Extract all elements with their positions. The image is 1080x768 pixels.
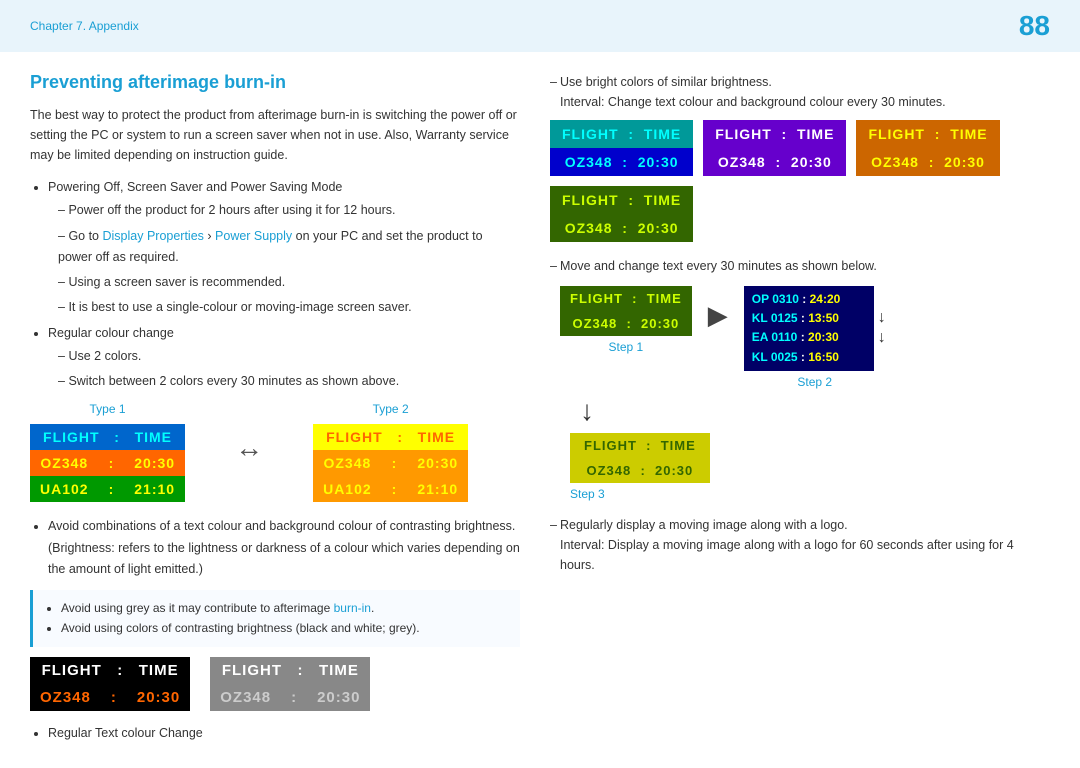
type1-header: FLIGHT : TIME (30, 424, 185, 450)
type1-ua: UA102 (30, 476, 99, 502)
table-row: OZ348 : 20:30 (30, 684, 190, 711)
content-wrapper: Preventing afterimage burn-in The best w… (0, 52, 1080, 768)
page-number: 88 (1019, 10, 1050, 42)
step2-label: Step 2 (797, 375, 832, 389)
grey-table: FLIGHT : TIME OZ348 : 20:30 (210, 657, 370, 711)
black-table: FLIGHT : TIME OZ348 : 20:30 (30, 657, 190, 711)
table-row: FLIGHT : TIME (210, 657, 370, 684)
step1-arrow: ▶ (708, 286, 728, 331)
sub-item-1: Power off the product for 2 hours after … (58, 200, 520, 221)
bottom-blacks: FLIGHT : TIME OZ348 : 20:30 FLIGHT : TIM… (30, 657, 520, 711)
intro-text: The best way to protect the product from… (30, 105, 520, 165)
bright-colors-item: Use bright colors of similar brightness.… (550, 72, 1050, 112)
table-row: FLIGHT : TIME (30, 657, 190, 684)
avoid-item: Avoid combinations of a text colour and … (48, 516, 520, 580)
step3-table: FLIGHT : TIME OZ348 : 20:30 (570, 433, 710, 483)
table-row: OZ348 : 20:30 (550, 214, 693, 242)
table-row: FLIGHT : TIME (856, 120, 999, 148)
burn-in-link[interactable]: burn-in (334, 601, 371, 615)
sub-colour-1: Use 2 colors. (58, 346, 520, 367)
warning-item-2: Avoid using colors of contrasting bright… (61, 618, 508, 638)
table-row: FLIGHT : TIME (30, 424, 185, 450)
table-row: FLIGHT : TIME (550, 186, 693, 214)
table-row: FLIGHT : TIME (560, 286, 692, 311)
step2-multi: OP 0310 : 24:20 KL 0125 : 13:50 EA 0110 … (744, 286, 874, 371)
display-properties-link[interactable]: Display Properties (102, 229, 203, 243)
regularly-item: Regularly display a moving image along w… (550, 515, 1050, 575)
sub-list-colour: Use 2 colors. Switch between 2 colors ev… (48, 346, 520, 393)
steps-row: FLIGHT : TIME OZ348 : 20:30 Step 1 ▶ OP … (560, 286, 1050, 389)
power-supply-link[interactable]: Power Supply (215, 229, 292, 243)
step3-label: Step 3 (570, 487, 605, 501)
double-arrows: ↓ ↓ (878, 309, 886, 347)
color-grids: FLIGHT : TIME OZ348 : 20:30 FLIGHT : TIM… (550, 120, 1050, 242)
table-row: OZ348 : 20:30 (856, 148, 999, 176)
sub-item-2: Go to Display Properties › Power Supply … (58, 226, 520, 269)
sub-colour-2: Switch between 2 colors every 30 minutes… (58, 371, 520, 392)
table-row: OZ348 : 20:30 (570, 458, 710, 483)
move-text-item: Move and change text every 30 minutes as… (550, 256, 1050, 276)
type1-label: Type 1 (90, 402, 126, 416)
step1-label: Step 1 (609, 340, 644, 354)
step1-table: FLIGHT : TIME OZ348 : 20:30 (560, 286, 692, 336)
cyan-blue-table: FLIGHT : TIME OZ348 : 20:30 (550, 120, 693, 176)
warning-item-1: Avoid using grey as it may contribute to… (61, 598, 508, 618)
right-column: Use bright colors of similar brightness.… (550, 72, 1050, 748)
page-header: Chapter 7. Appendix 88 (0, 0, 1080, 52)
table-row: FLIGHT : TIME (313, 424, 468, 450)
list-item-powering: Powering Off, Screen Saver and Power Sav… (48, 177, 520, 319)
type2-block: Type 2 FLIGHT : TIME OZ348 : 20:30 UA102… (313, 402, 468, 502)
switch-arrow: ↔ (235, 402, 263, 464)
table-row: OZ348 : 20:30 (703, 148, 846, 176)
table-row: FLIGHT : TIME (570, 433, 710, 458)
type2-table: FLIGHT : TIME OZ348 : 20:30 UA102 : 21:1… (313, 424, 468, 502)
main-list: Powering Off, Screen Saver and Power Sav… (30, 177, 520, 392)
table-row: UA102 : 21:10 (30, 476, 185, 502)
left-column: Preventing afterimage burn-in The best w… (30, 72, 520, 748)
type1-table: FLIGHT : TIME OZ348 : 20:30 UA102 : 21:1… (30, 424, 185, 502)
sub-list-powering: Power off the product for 2 hours after … (48, 200, 520, 318)
table-row: OZ348 : 20:30 (560, 311, 692, 336)
type2-header: FLIGHT : TIME (313, 424, 468, 450)
sub-item-3: Using a screen saver is recommended. (58, 272, 520, 293)
table-row: OZ348 : 20:30 (30, 450, 185, 476)
green-table2: FLIGHT : TIME OZ348 : 20:30 (550, 186, 693, 242)
chapter-label: Chapter 7. Appendix (30, 19, 139, 33)
types-container: Type 1 FLIGHT : TIME OZ348 : 20:30 UA102… (30, 402, 520, 502)
step2-block: OP 0310 : 24:20 KL 0125 : 13:50 EA 0110 … (744, 286, 886, 389)
yellow-table2: FLIGHT : TIME OZ348 : 20:30 (856, 120, 999, 176)
purple-table: FLIGHT : TIME OZ348 : 20:30 (703, 120, 846, 176)
table-row: OZ348 : 20:30 (313, 450, 468, 476)
table-row: FLIGHT : TIME (703, 120, 846, 148)
list-item-colour: Regular colour change Use 2 colors. Swit… (48, 323, 520, 393)
regular-item: Regular Text colour Change (48, 723, 520, 744)
table-row: UA102 : 21:10 (313, 476, 468, 502)
type1-oz: OZ348 (30, 450, 99, 476)
type1-block: Type 1 FLIGHT : TIME OZ348 : 20:30 UA102… (30, 402, 185, 502)
avoid-list: Avoid combinations of a text colour and … (30, 516, 520, 580)
warning-box: Avoid using grey as it may contribute to… (30, 590, 520, 647)
sub-item-4: It is best to use a single-colour or mov… (58, 297, 520, 318)
type2-label: Type 2 (373, 402, 409, 416)
section-title: Preventing afterimage burn-in (30, 72, 520, 93)
step3-down-arrow: ↓ (550, 395, 1050, 427)
step3-block: FLIGHT : TIME OZ348 : 20:30 Step 3 (550, 433, 1050, 501)
table-row: OZ348 : 20:30 (550, 148, 693, 176)
table-row: OZ348 : 20:30 (210, 684, 370, 711)
table-row: FLIGHT : TIME (550, 120, 693, 148)
step1-block: FLIGHT : TIME OZ348 : 20:30 Step 1 (560, 286, 692, 354)
regular-list: Regular Text colour Change (30, 723, 520, 744)
warning-list: Avoid using grey as it may contribute to… (45, 598, 508, 639)
